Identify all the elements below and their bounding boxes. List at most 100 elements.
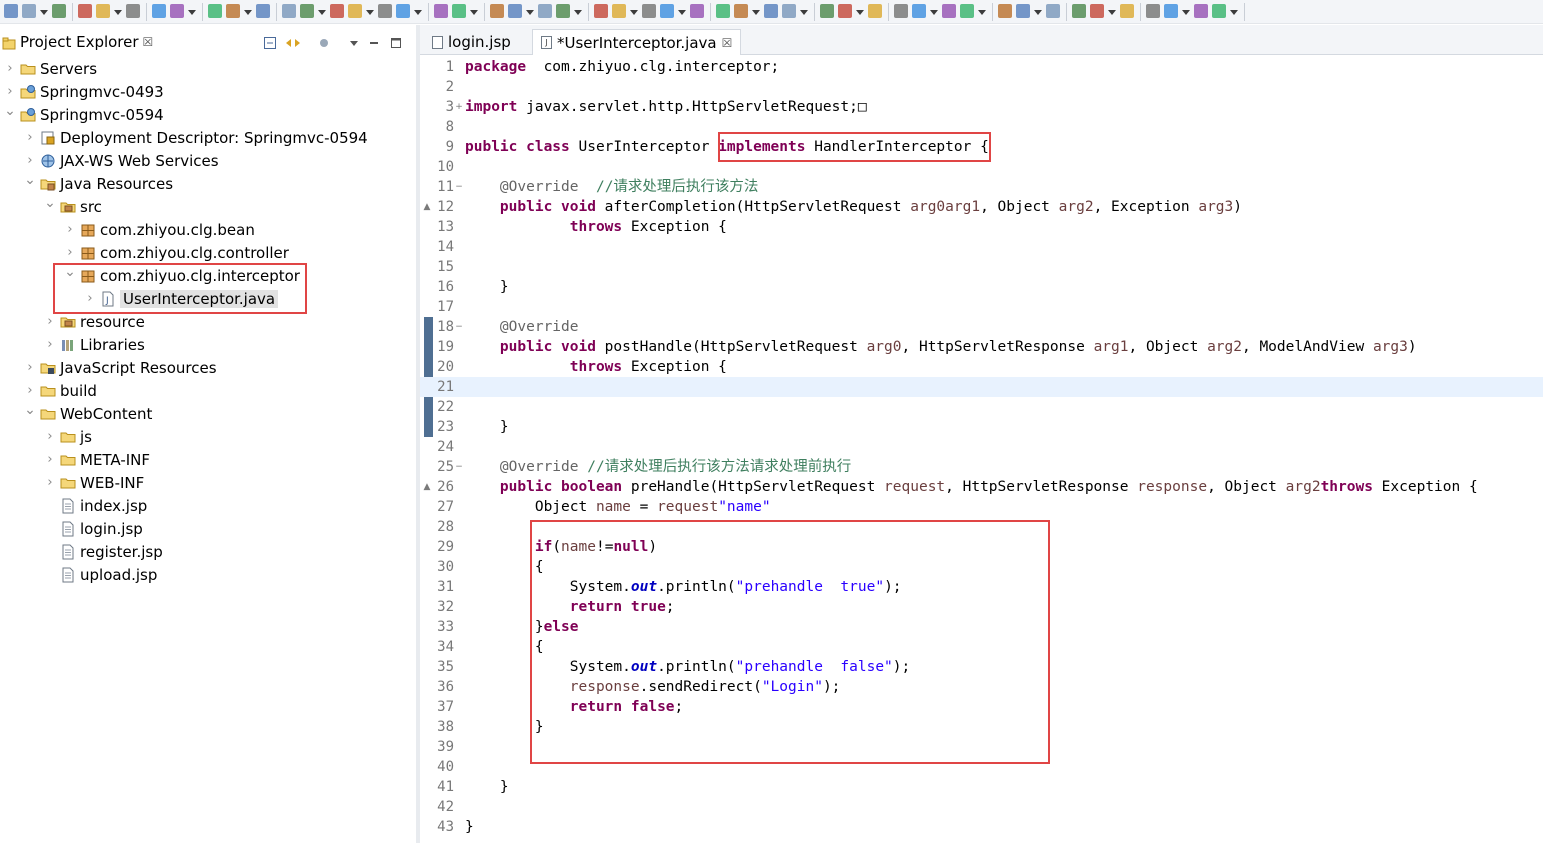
code-line[interactable]: 17 <box>420 297 1543 317</box>
toolbar-action-icon[interactable] <box>538 4 552 18</box>
toolbar-action-icon[interactable] <box>594 4 608 18</box>
toolbar-action-icon[interactable] <box>170 4 184 18</box>
tree-item[interactable]: › JAX-WS Web Services <box>22 149 218 172</box>
tree-item[interactable]: › WEB-INF <box>42 471 144 494</box>
toolbar-action-icon[interactable] <box>508 4 522 18</box>
code-line[interactable]: 19 public void postHandle(HttpServletReq… <box>420 337 1543 357</box>
tree-item[interactable]: › JavaScript Resources <box>22 356 216 379</box>
toolbar-action-icon[interactable] <box>1146 4 1160 18</box>
code-line[interactable]: 16 } <box>420 277 1543 297</box>
chevron-down-icon[interactable]: ⌄ <box>2 104 18 123</box>
toolbar-dropdown-icon[interactable] <box>574 10 582 15</box>
editor-tab[interactable]: J *UserInterceptor.java ☒ <box>532 29 742 55</box>
toolbar-action-icon[interactable] <box>998 4 1012 18</box>
focus-task-icon[interactable] <box>318 35 330 47</box>
tree-item[interactable]: index.jsp <box>42 494 147 517</box>
toolbar-action-icon[interactable] <box>452 4 466 18</box>
toolbar-dropdown-icon[interactable] <box>1182 10 1190 15</box>
toolbar-dropdown-icon[interactable] <box>1108 10 1116 15</box>
tree-item[interactable]: › build <box>22 379 97 402</box>
maximize-icon[interactable] <box>390 35 402 48</box>
toolbar-action-icon[interactable] <box>126 4 140 18</box>
expand-fold-icon[interactable]: + <box>454 97 464 117</box>
toolbar-dropdown-icon[interactable] <box>1034 10 1042 15</box>
toolbar-dropdown-icon[interactable] <box>752 10 760 15</box>
chevron-right-icon[interactable]: › <box>42 337 58 353</box>
toolbar-action-icon[interactable] <box>1090 4 1104 18</box>
toolbar-action-icon[interactable] <box>78 4 92 18</box>
toolbar-action-icon[interactable] <box>490 4 504 18</box>
chevron-right-icon[interactable]: › <box>42 429 58 445</box>
toolbar-dropdown-icon[interactable] <box>366 10 374 15</box>
toolbar-action-icon[interactable] <box>960 4 974 18</box>
toolbar-action-icon[interactable] <box>208 4 222 18</box>
chevron-right-icon[interactable]: › <box>62 245 78 261</box>
tree-item[interactable]: › js <box>42 425 92 448</box>
toolbar-action-icon[interactable] <box>378 4 392 18</box>
tree-item[interactable]: login.jsp <box>42 517 143 540</box>
close-icon[interactable]: ☒ <box>722 36 733 50</box>
code-line[interactable]: 15 <box>420 257 1543 277</box>
toolbar-dropdown-icon[interactable] <box>470 10 478 15</box>
code-line[interactable]: 20 throws Exception { <box>420 357 1543 377</box>
toolbar-action-icon[interactable] <box>1164 4 1178 18</box>
toolbar-action-icon[interactable] <box>96 4 110 18</box>
code-line[interactable]: 18− @Override <box>420 317 1543 337</box>
tree-item[interactable]: › com.zhiyou.clg.controller <box>62 241 289 264</box>
code-line[interactable]: 11− @Override //请求处理后执行该方法 <box>420 177 1543 197</box>
toolbar-dropdown-icon[interactable] <box>244 10 252 15</box>
chevron-down-icon[interactable]: ⌄ <box>42 196 58 215</box>
tree-item[interactable]: upload.jsp <box>42 563 157 586</box>
code-line[interactable]: 43} <box>420 817 1543 837</box>
minimize-icon[interactable] <box>368 35 380 47</box>
tree-item[interactable]: › Libraries <box>42 333 144 356</box>
toolbar-action-icon[interactable] <box>348 4 362 18</box>
code-line[interactable]: 3 + import javax.servlet.http.HttpServletR… <box>420 97 1543 117</box>
chevron-right-icon[interactable]: › <box>62 222 78 238</box>
toolbar-action-icon[interactable] <box>434 4 448 18</box>
code-line[interactable]: 27 Object name = request"name" <box>420 497 1543 517</box>
toolbar-dropdown-icon[interactable] <box>114 10 122 15</box>
toolbar-action-icon[interactable] <box>300 4 314 18</box>
code-line[interactable]: 26 ▲ public boolean preHandle(HttpServlet… <box>420 477 1543 497</box>
toolbar-action-icon[interactable] <box>820 4 834 18</box>
chevron-right-icon[interactable]: › <box>22 383 38 399</box>
chevron-right-icon[interactable]: › <box>22 153 38 169</box>
toolbar-action-icon[interactable] <box>942 4 956 18</box>
toolbar-action-icon[interactable] <box>1212 4 1226 18</box>
toolbar-dropdown-icon[interactable] <box>188 10 196 15</box>
toolbar-action-icon[interactable] <box>764 4 778 18</box>
toolbar-dropdown-icon[interactable] <box>930 10 938 15</box>
chevron-right-icon[interactable]: › <box>22 130 38 146</box>
tree-item[interactable]: ⌄ Java Resources <box>22 172 173 195</box>
toolbar-action-icon[interactable] <box>1194 4 1208 18</box>
tree-item[interactable]: › META-INF <box>42 448 150 471</box>
tree-item[interactable]: register.jsp <box>42 540 163 563</box>
toolbar-action-icon[interactable] <box>4 4 18 18</box>
collapse-fold-icon[interactable]: − <box>454 317 464 337</box>
toolbar-action-icon[interactable] <box>226 4 240 18</box>
toolbar-action-icon[interactable] <box>642 4 656 18</box>
chevron-down-icon[interactable]: ⌄ <box>22 173 38 192</box>
chevron-right-icon[interactable]: › <box>22 360 38 376</box>
toolbar-action-icon[interactable] <box>330 4 344 18</box>
toolbar-dropdown-icon[interactable] <box>678 10 686 15</box>
toolbar-action-icon[interactable] <box>690 4 704 18</box>
toolbar-dropdown-icon[interactable] <box>40 10 48 15</box>
chevron-down-icon[interactable]: ⌄ <box>22 403 38 422</box>
project-explorer-tab[interactable]: Project Explorer ☒ <box>0 29 159 55</box>
toolbar-action-icon[interactable] <box>1046 4 1060 18</box>
toolbar-action-icon[interactable] <box>660 4 674 18</box>
toolbar-action-icon[interactable] <box>912 4 926 18</box>
toolbar-action-icon[interactable] <box>556 4 570 18</box>
code-line[interactable]: 1 package com.zhiyuo.clg.interceptor; <box>420 57 1543 77</box>
chevron-right-icon[interactable]: › <box>42 314 58 330</box>
toolbar-action-icon[interactable] <box>256 4 270 18</box>
toolbar-action-icon[interactable] <box>282 4 296 18</box>
tree-item[interactable]: ⌄ WebContent <box>22 402 152 425</box>
tree-item[interactable]: › com.zhiyou.clg.bean <box>62 218 254 241</box>
toolbar-action-icon[interactable] <box>52 4 66 18</box>
tree-item[interactable]: › Springmvc-0493 <box>2 80 163 103</box>
collapse-fold-icon[interactable]: − <box>454 177 464 197</box>
chevron-right-icon[interactable]: › <box>2 84 18 100</box>
